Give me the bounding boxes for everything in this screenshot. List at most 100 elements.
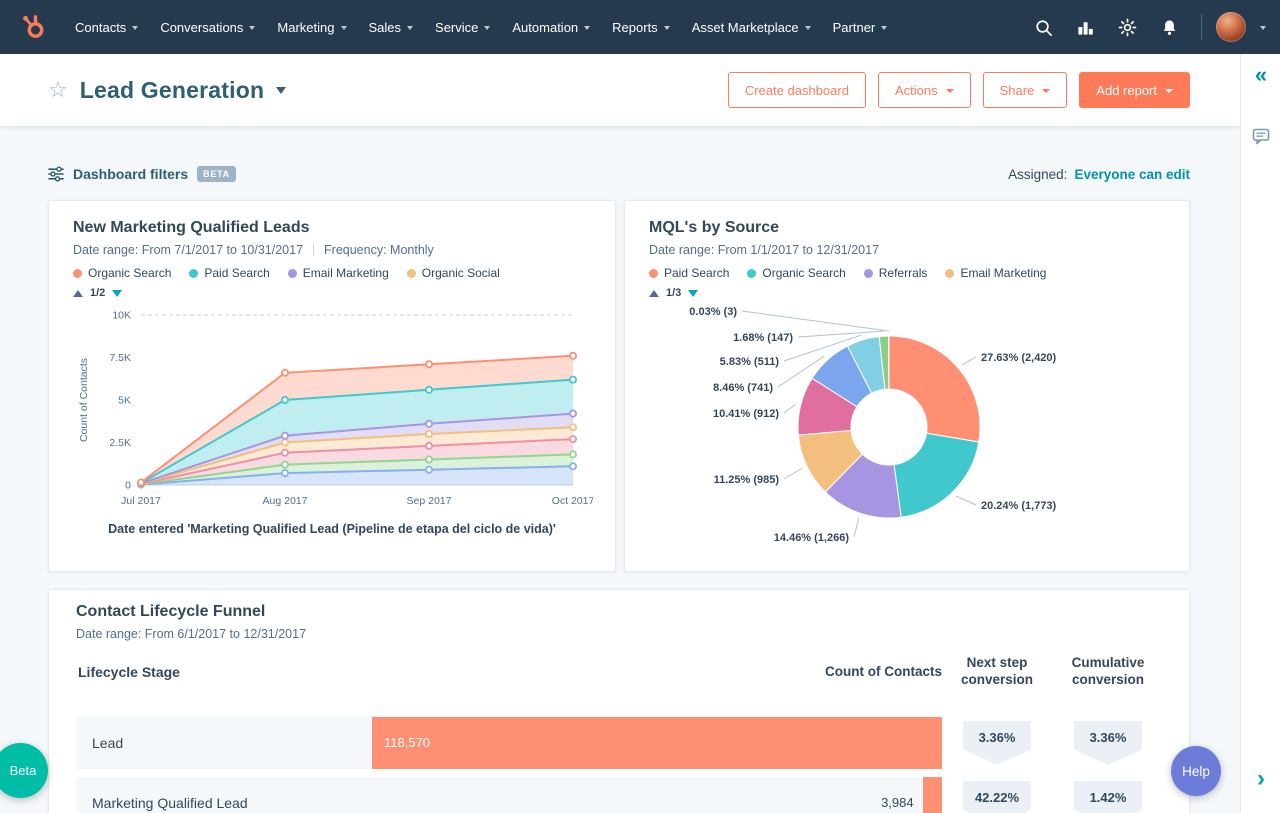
- chevron-down-icon: [663, 26, 670, 30]
- add-report-button[interactable]: Add report: [1079, 72, 1190, 108]
- add-report-label: Add report: [1096, 82, 1157, 98]
- top-nav: Contacts Conversations Marketing Sales Servi…: [0, 0, 1280, 54]
- assigned-permission-link[interactable]: Everyone can edit: [1074, 167, 1190, 182]
- report-meta: Date range: From 6/1/2017 to 12/31/2017: [76, 627, 1162, 641]
- nav-item-conversations[interactable]: Conversations: [149, 12, 266, 43]
- nav-item-asset-marketplace[interactable]: Asset Marketplace: [681, 12, 822, 43]
- legend-item[interactable]: Email Marketing: [945, 266, 1046, 280]
- pager-up-icon[interactable]: [649, 289, 659, 297]
- nav-item-marketing[interactable]: Marketing: [266, 12, 357, 43]
- legend-pager: 1/3: [649, 287, 1165, 299]
- date-range: Date range: From 6/1/2017 to 12/31/2017: [76, 627, 307, 641]
- legend-label: Paid Search: [664, 266, 730, 280]
- actions-button[interactable]: Actions: [877, 72, 971, 108]
- donut-slice: [888, 335, 981, 443]
- cumulative-chip: 1.42%: [1074, 780, 1142, 813]
- svg-text:Sep 2017: Sep 2017: [407, 495, 452, 507]
- area-chart: 0 2.5K 5K 7.5K 10K Count of Contacts Jul 2017 A…: [78, 310, 594, 508]
- chevron-down-icon: [804, 26, 811, 30]
- expand-chevron-icon[interactable]: ›: [1241, 767, 1280, 791]
- nav-item-sales[interactable]: Sales: [358, 12, 425, 43]
- chevron-down-icon: [584, 26, 591, 30]
- legend-item[interactable]: Paid Search: [189, 266, 270, 280]
- share-label: Share: [999, 82, 1035, 98]
- marketplace-icon[interactable]: [1067, 9, 1103, 45]
- dashboard-filters-button[interactable]: Dashboard filters BETA: [48, 166, 236, 182]
- help-fab-button[interactable]: Help: [1171, 746, 1221, 796]
- report-title: New Marketing Qualified Leads: [73, 219, 310, 236]
- funnel-row-strip: Marketing Qualified Lead 3,984: [76, 776, 942, 813]
- nav-item-automation[interactable]: Automation: [501, 12, 601, 43]
- actions-label: Actions: [894, 82, 938, 98]
- nav-item-reports[interactable]: Reports: [601, 12, 681, 43]
- comments-icon[interactable]: [1241, 126, 1280, 146]
- svg-text:1.68% (147): 1.68% (147): [733, 332, 793, 344]
- legend-item[interactable]: Organic Search: [747, 266, 846, 280]
- dashboard-header: ☆ Lead Generation Create dashboard Actio…: [0, 54, 1240, 126]
- next-step-chip: 42.22%: [963, 780, 1031, 813]
- page-title[interactable]: Lead Generation: [80, 77, 264, 104]
- date-range: Date range: From 7/1/2017 to 10/31/2017: [73, 243, 304, 257]
- collapse-panel-icon[interactable]: «: [1241, 62, 1280, 88]
- funnel-row: Marketing Qualified Lead 3,984 42.22% 1.42%: [76, 776, 1164, 813]
- svg-text:11.25% (985): 11.25% (985): [714, 474, 780, 486]
- legend-dot-icon: [649, 268, 658, 278]
- legend-label: Organic Search: [762, 266, 846, 280]
- svg-text:0: 0: [125, 480, 131, 492]
- svg-text:20.24% (1,773): 20.24% (1,773): [981, 500, 1057, 512]
- cumulative-chip: 3.36%: [1074, 720, 1142, 765]
- legend-dot-icon: [747, 268, 757, 278]
- funnel-header: Lifecycle Stage Count of Contacts Next s…: [76, 655, 1162, 689]
- chevron-down-icon: [1042, 88, 1051, 93]
- svg-text:Aug 2017: Aug 2017: [263, 495, 308, 507]
- donut-chart: 27.63% (2,420) 20.24% (1,773) 14.46% (1,26…: [689, 306, 1057, 544]
- user-avatar[interactable]: [1216, 12, 1246, 42]
- pager-down-icon[interactable]: [112, 289, 123, 297]
- chevron-down-icon: [1165, 88, 1173, 93]
- legend-item[interactable]: Organic Social: [406, 266, 500, 280]
- chevron-down-icon: [945, 88, 954, 93]
- legend-pager: 1/2: [73, 287, 591, 299]
- nav-item-label: Conversations: [160, 19, 244, 35]
- conversion-column: 42.22%: [942, 780, 1052, 813]
- nav-right: [1025, 9, 1266, 45]
- legend-item[interactable]: Email Marketing: [287, 266, 389, 280]
- legend-dot-icon: [945, 268, 955, 278]
- conversion-column: 1.42%: [1052, 780, 1164, 813]
- donut-slice: [893, 432, 980, 518]
- report-meta: Date range: From 7/1/2017 to 10/31/2017 …: [73, 243, 591, 257]
- search-icon[interactable]: [1025, 9, 1061, 45]
- legend-item[interactable]: Paid Search: [649, 266, 729, 280]
- legend-label: Referrals: [878, 266, 928, 280]
- assigned-label: Assigned:: [1008, 166, 1068, 182]
- share-button[interactable]: Share: [982, 72, 1068, 108]
- legend-item[interactable]: Referrals: [863, 266, 928, 280]
- pager-up-icon[interactable]: [73, 289, 83, 297]
- date-range: Date range: From 1/1/2017 to 12/31/2017: [649, 243, 880, 257]
- legend-item[interactable]: Organic Search: [73, 266, 171, 280]
- conversion-column: 3.36%: [942, 720, 1052, 765]
- create-dashboard-button[interactable]: Create dashboard: [727, 72, 866, 108]
- notifications-bell-icon[interactable]: [1151, 9, 1187, 45]
- chevron-down-icon[interactable]: [1260, 26, 1266, 30]
- chart-legend: Paid Search Organic Search Referrals Email …: [649, 266, 1165, 280]
- nav-item-partner[interactable]: Partner: [822, 12, 899, 43]
- favorite-star-icon[interactable]: ☆: [48, 79, 68, 101]
- pager-down-icon[interactable]: [688, 289, 699, 297]
- legend-dot-icon: [189, 268, 199, 278]
- nav-item-label: Service: [435, 19, 479, 35]
- hubspot-logo-icon[interactable]: [16, 10, 50, 44]
- svg-text:14.46% (1,266): 14.46% (1,266): [774, 532, 850, 544]
- funnel-row-strip: Lead 118,570: [76, 716, 942, 769]
- settings-gear-icon[interactable]: [1109, 9, 1145, 45]
- nav-item-service[interactable]: Service: [424, 12, 501, 43]
- nav-item-label: Contacts: [75, 19, 127, 35]
- svg-text:Oct 2017: Oct 2017: [552, 495, 593, 507]
- nav-item-contacts[interactable]: Contacts: [64, 12, 149, 43]
- frequency: Frequency: Monthly: [324, 243, 434, 257]
- svg-text:10K: 10K: [112, 310, 131, 322]
- funnel-bar-zone: 118,570: [372, 716, 942, 769]
- dashboard-switcher-caret-icon[interactable]: [276, 86, 287, 94]
- legend-label: Email Marketing: [960, 266, 1047, 280]
- nav-item-label: Marketing: [277, 19, 335, 35]
